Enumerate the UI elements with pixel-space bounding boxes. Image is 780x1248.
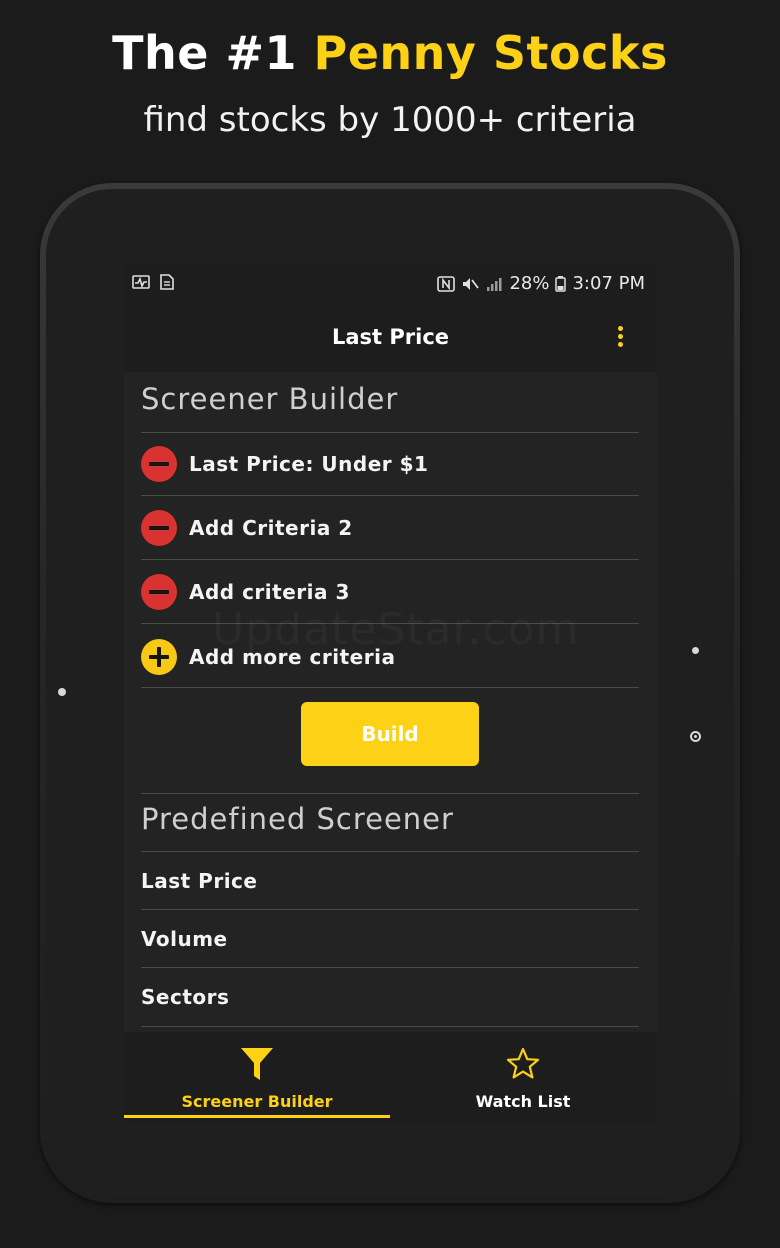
signal-icon xyxy=(487,277,502,291)
divider xyxy=(141,687,639,688)
hero-title-prefix: The #1 xyxy=(112,26,314,80)
nfc-icon xyxy=(437,275,456,292)
criteria-row[interactable]: Last Price: Under $1 xyxy=(141,432,639,495)
status-bar: 28% 3:07 PM xyxy=(124,264,657,304)
predefined-item-label: Volume xyxy=(141,927,228,951)
build-button[interactable]: Build xyxy=(301,702,479,766)
predefined-item-label: Last Price xyxy=(141,869,258,893)
tablet-sensor-dot xyxy=(58,688,66,696)
hero-title: The #1 Penny Stocks xyxy=(0,26,780,80)
activity-icon xyxy=(132,275,150,289)
divider xyxy=(141,1026,639,1027)
mute-icon xyxy=(463,277,480,290)
tab-screener-builder[interactable]: Screener Builder xyxy=(124,1032,390,1124)
battery-icon xyxy=(555,275,567,292)
predefined-item[interactable]: Volume xyxy=(141,910,639,968)
criteria-label: Add Criteria 2 xyxy=(189,515,353,540)
criteria-label: Last Price: Under $1 xyxy=(189,451,429,476)
remove-circle-icon[interactable] xyxy=(141,573,177,610)
tablet-camera xyxy=(690,731,701,742)
app-screen: 28% 3:07 PM Last Price Screener Builder … xyxy=(124,264,657,1124)
predefined-screener-heading: Predefined Screener xyxy=(141,802,454,836)
predefined-item-label: Sectors xyxy=(141,985,230,1009)
tab-label: Screener Builder xyxy=(181,1092,333,1111)
tablet-sensor-dot xyxy=(692,647,699,654)
battery-percent: 28% xyxy=(509,273,550,294)
page-title: Last Price xyxy=(331,325,450,349)
main-content: Screener Builder Last Price: Under $1 Ad… xyxy=(124,372,657,1032)
hero-subtitle: find stocks by 1000+ criteria xyxy=(143,100,637,140)
app-bar: Last Price xyxy=(124,304,657,372)
criteria-row[interactable]: Add Criteria 2 xyxy=(141,496,639,559)
remove-circle-icon[interactable] xyxy=(141,445,177,482)
filter-icon xyxy=(241,1048,273,1080)
screener-builder-heading: Screener Builder xyxy=(141,382,399,416)
remove-circle-icon[interactable] xyxy=(141,509,177,546)
criteria-label: Add criteria 3 xyxy=(189,579,350,604)
predefined-item[interactable]: Sectors xyxy=(141,968,639,1026)
predefined-item[interactable]: Last Price xyxy=(141,852,639,910)
sim-card-icon xyxy=(160,274,174,290)
hero-title-accent: Penny Stocks xyxy=(313,26,668,80)
star-icon xyxy=(506,1047,540,1079)
add-circle-icon[interactable] xyxy=(141,638,177,675)
tab-label: Watch List xyxy=(475,1092,571,1111)
bottom-navigation: Screener Builder Watch List xyxy=(124,1032,657,1124)
tab-watch-list[interactable]: Watch List xyxy=(390,1032,656,1124)
active-tab-indicator xyxy=(124,1115,390,1118)
status-time: 3:07 PM xyxy=(572,273,645,294)
more-vert-icon[interactable] xyxy=(616,326,624,350)
divider xyxy=(141,793,639,794)
watermark: UpdateStar.com xyxy=(212,604,580,655)
